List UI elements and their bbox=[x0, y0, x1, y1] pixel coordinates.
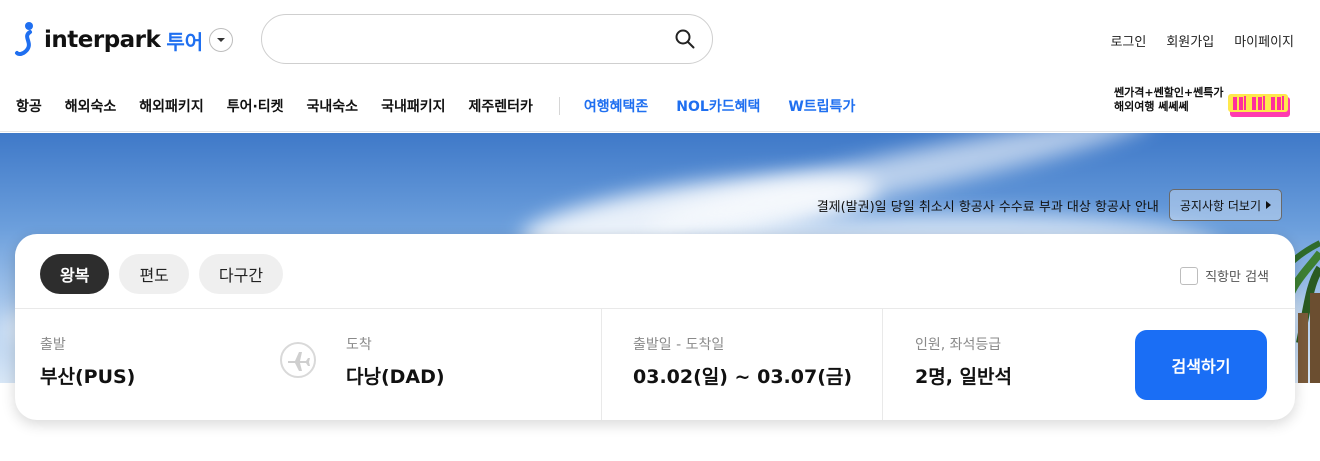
promo-ssessesse-logo[interactable] bbox=[1228, 93, 1292, 119]
date-field[interactable]: 출발일 - 도착일 03.02(일) ~ 03.07(금) bbox=[633, 334, 852, 389]
tab-one-way[interactable]: 편도 bbox=[119, 254, 189, 294]
nav-item-flights[interactable]: 항공 bbox=[16, 96, 42, 116]
departure-field[interactable]: 출발 부산(PUS) bbox=[40, 334, 135, 389]
panel-divider bbox=[15, 308, 1295, 309]
promo-line-1: 쎈가격+쎈할인+쎈특가 bbox=[1114, 86, 1224, 99]
field-divider bbox=[882, 309, 883, 420]
logo-person-icon bbox=[14, 21, 40, 59]
nav-item-jeju-rentcar[interactable]: 제주렌터카 bbox=[468, 96, 532, 116]
promo-banner[interactable]: 쎈가격+쎈할인+쎈특가 해외여행 쎄쎄쎄 bbox=[1114, 86, 1224, 114]
notice-bar: 결제(발권)일 당일 취소시 항공사 수수료 부과 대상 항공사 안내 공지사항… bbox=[817, 189, 1282, 221]
promo-line-2: 해외여행 쎄쎄쎄 bbox=[1114, 100, 1189, 113]
nav-item-wtrip[interactable]: W트립특가 bbox=[788, 96, 855, 116]
arrow-right-icon bbox=[1266, 201, 1271, 209]
signup-link[interactable]: 회원가입 bbox=[1166, 31, 1214, 50]
passenger-value: 2명, 일반석 bbox=[915, 366, 1012, 388]
departure-label: 출발 bbox=[40, 337, 66, 353]
site-header: interpark 투어 로그인 회원가입 마이페이지 항공 해외숙소 해외패키… bbox=[0, 0, 1320, 132]
logo-sub: 투어 bbox=[166, 29, 204, 54]
nav-item-overseas-stay[interactable]: 해외숙소 bbox=[65, 96, 117, 116]
search-bar[interactable] bbox=[261, 14, 713, 64]
login-link[interactable]: 로그인 bbox=[1110, 31, 1146, 50]
caret-down-icon bbox=[217, 38, 226, 42]
nav-item-overseas-package[interactable]: 해외패키지 bbox=[139, 96, 203, 116]
service-dropdown-button[interactable] bbox=[209, 28, 234, 52]
util-links: 로그인 회원가입 마이페이지 bbox=[1110, 31, 1294, 50]
nav-item-benefit-zone[interactable]: 여행혜택존 bbox=[584, 96, 648, 116]
direct-only-label: 직항만 검색 bbox=[1205, 270, 1269, 285]
arrival-field[interactable]: 도착 다낭(DAD) bbox=[346, 334, 445, 389]
search-button[interactable]: 검색하기 bbox=[1135, 330, 1267, 400]
tab-multi-city[interactable]: 다구간 bbox=[198, 254, 284, 294]
logo[interactable]: interpark 투어 bbox=[14, 20, 234, 60]
arrival-value: 다낭(DAD) bbox=[346, 366, 445, 388]
swap-airplane-icon[interactable] bbox=[279, 341, 317, 379]
arrival-label: 도착 bbox=[346, 337, 372, 353]
nav-divider bbox=[558, 97, 560, 115]
passenger-field[interactable]: 인원, 좌석등급 2명, 일반석 bbox=[915, 334, 1012, 389]
mypage-link[interactable]: 마이페이지 bbox=[1234, 31, 1294, 50]
search-icon[interactable] bbox=[674, 28, 696, 50]
nav-item-domestic-stay[interactable]: 국내숙소 bbox=[307, 96, 359, 116]
tab-round-trip[interactable]: 왕복 bbox=[40, 254, 110, 294]
main-nav: 항공 해외숙소 해외패키지 투어·티켓 국내숙소 국내패키지 제주렌터카 여행혜… bbox=[16, 96, 883, 116]
logo-text: interpark bbox=[44, 27, 161, 53]
passenger-label: 인원, 좌석등급 bbox=[915, 337, 1002, 353]
direct-only-option[interactable]: 직항만 검색 bbox=[1180, 266, 1269, 285]
flight-search-panel: 왕복 편도 다구간 직항만 검색 출발 부산(PUS) 도착 다낭(DAD) 출… bbox=[15, 234, 1295, 420]
notice-more-label: 공지사항 더보기 bbox=[1179, 198, 1261, 213]
notice-text: 결제(발권)일 당일 취소시 항공사 수수료 부과 대상 항공사 안내 bbox=[816, 199, 1159, 215]
field-divider bbox=[601, 309, 602, 420]
nav-item-domestic-package[interactable]: 국내패키지 bbox=[381, 96, 445, 116]
date-value: 03.02(일) ~ 03.07(금) bbox=[633, 366, 853, 388]
date-label: 출발일 - 도착일 bbox=[633, 337, 725, 353]
nav-item-tour-ticket[interactable]: 투어·티켓 bbox=[227, 96, 284, 116]
direct-only-checkbox[interactable] bbox=[1180, 266, 1199, 285]
search-input[interactable] bbox=[284, 27, 664, 51]
nav-item-nol-card[interactable]: NOL카드혜택 bbox=[676, 96, 760, 116]
trip-type-tabs: 왕복 편도 다구간 bbox=[40, 254, 284, 294]
departure-value: 부산(PUS) bbox=[40, 366, 136, 388]
notice-more-button[interactable]: 공지사항 더보기 bbox=[1168, 189, 1282, 221]
